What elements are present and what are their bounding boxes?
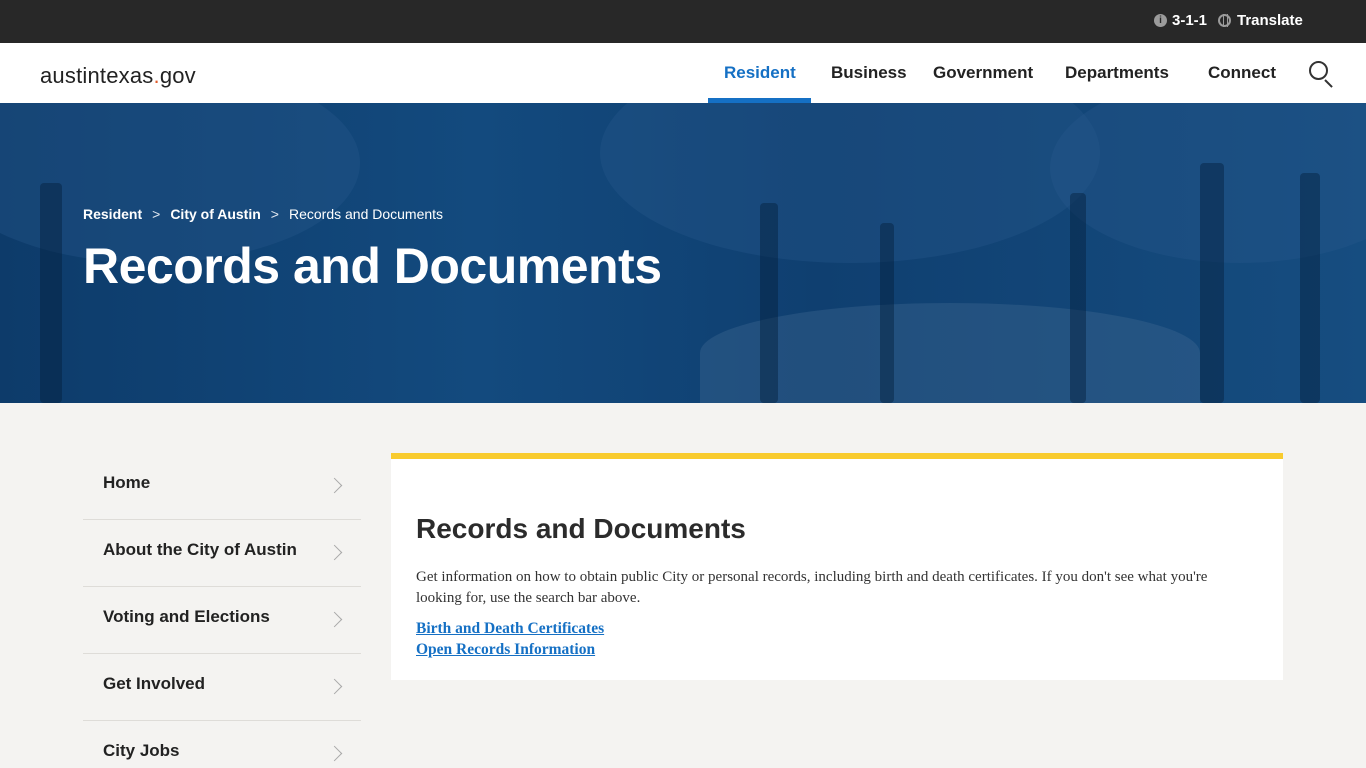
hero-tree — [1070, 193, 1086, 403]
breadcrumb-resident[interactable]: Resident — [83, 206, 142, 222]
page-title: Records and Documents — [83, 238, 662, 294]
info-icon: i — [1154, 14, 1167, 27]
hero-tree — [760, 203, 778, 403]
chevron-right-icon — [326, 678, 343, 695]
chevron-right-icon — [326, 544, 343, 561]
sidebar-item-label: Home — [103, 473, 151, 492]
hero-banner: Resident > City of Austin > Records and … — [0, 103, 1366, 403]
nav-business[interactable]: Business — [831, 63, 907, 83]
search-button[interactable] — [1308, 60, 1334, 88]
logo-main: austintexas — [40, 63, 154, 88]
hero-tree — [880, 223, 894, 403]
chevron-right-icon — [326, 611, 343, 628]
main-header: austintexas.gov Resident Business Govern… — [0, 43, 1366, 103]
phone-311-link[interactable]: i 3-1-1 — [1154, 12, 1207, 29]
breadcrumb-separator: > — [152, 206, 161, 222]
breadcrumb: Resident > City of Austin > Records and … — [83, 206, 443, 222]
sidebar-item-label: City Jobs — [103, 741, 180, 760]
nav-departments[interactable]: Departments — [1065, 63, 1169, 83]
globe-icon — [1218, 14, 1231, 27]
hero-tree — [1300, 173, 1320, 403]
sidebar-item-label: About the City of Austin — [103, 540, 297, 559]
sidebar-item-city-jobs[interactable]: City Jobs — [83, 721, 361, 768]
breadcrumb-city-of-austin[interactable]: City of Austin — [170, 206, 260, 222]
site-logo[interactable]: austintexas.gov — [40, 63, 196, 89]
sidebar-item-label: Voting and Elections — [103, 607, 270, 626]
content-title: Records and Documents — [416, 513, 746, 544]
hero-tree — [1200, 163, 1224, 403]
hero-canopy — [600, 103, 1100, 263]
logo-tld: gov — [159, 63, 196, 88]
phone-311-label: 3-1-1 — [1172, 12, 1208, 29]
nav-connect[interactable]: Connect — [1208, 63, 1276, 83]
content-card: Records and Documents Get information on… — [391, 453, 1283, 680]
chevron-right-icon — [326, 477, 343, 494]
breadcrumb-current: Records and Documents — [288, 206, 444, 222]
nav-government[interactable]: Government — [933, 63, 1033, 83]
chevron-right-icon — [326, 745, 343, 762]
utility-bar: i 3-1-1 Translate — [0, 0, 1366, 43]
translate-label: Translate — [1237, 12, 1303, 29]
link-birth-death-certificates[interactable]: Birth and Death Certificates — [416, 620, 604, 638]
link-open-records[interactable]: Open Records Information — [416, 641, 595, 659]
hero-tree — [40, 183, 62, 403]
breadcrumb-separator: > — [270, 206, 279, 222]
nav-resident[interactable]: Resident — [724, 63, 796, 83]
sidebar-item-label: Get Involved — [103, 674, 206, 693]
sidebar-item-voting[interactable]: Voting and Elections — [83, 587, 361, 654]
sidebar-item-home[interactable]: Home — [83, 453, 361, 520]
sidebar-item-about[interactable]: About the City of Austin — [83, 520, 361, 587]
sidebar-item-get-involved[interactable]: Get Involved — [83, 654, 361, 721]
translate-button[interactable]: Translate — [1218, 12, 1303, 29]
sidebar-nav: Home About the City of Austin Voting and… — [83, 453, 361, 768]
content-description: Get information on how to obtain public … — [416, 569, 1208, 606]
